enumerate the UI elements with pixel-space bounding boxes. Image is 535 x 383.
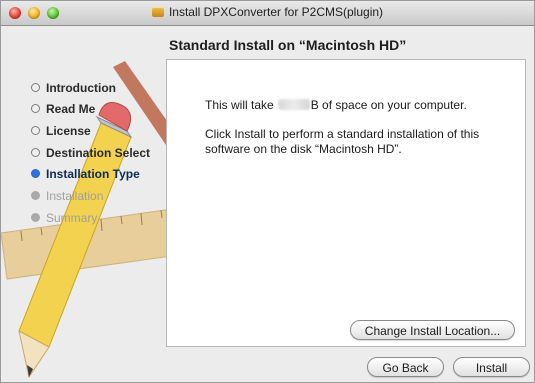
install-info-panel: This will take B of space on your compute… — [166, 59, 526, 347]
go-back-button[interactable]: Go Back — [367, 357, 444, 377]
step-bullet-icon — [31, 191, 40, 200]
step-label: Installation — [46, 189, 104, 203]
step-bullet-icon — [31, 126, 40, 135]
step-label: Installation Type — [46, 167, 140, 181]
step-summary: Summary — [31, 211, 97, 225]
step-installation: Installation — [31, 189, 103, 203]
step-label: Summary — [46, 211, 98, 225]
step-label: License — [46, 124, 91, 138]
title-bar[interactable]: Install DPXConverter for P2CMS(plugin) — [1, 1, 534, 26]
step-bullet-icon — [31, 83, 40, 92]
package-icon — [151, 7, 164, 17]
space-required-message: This will take B of space on your compute… — [205, 98, 467, 112]
step-label: Read Me — [46, 102, 96, 116]
step-label: Introduction — [46, 81, 116, 95]
step-installation-type: Installation Type — [31, 167, 140, 181]
redacted-size-value — [277, 99, 310, 110]
install-instruction-text: Click Install to perform a standard inst… — [205, 127, 480, 156]
step-bullet-icon — [31, 213, 40, 222]
installer-window: Install DPXConverter for P2CMS(plugin) S… — [0, 0, 535, 383]
step-read-me: Read Me — [31, 102, 95, 116]
change-install-location-button[interactable]: Change Install Location... — [350, 320, 515, 340]
space-prefix-text: This will take — [205, 98, 274, 112]
step-destination-select: Destination Select — [31, 146, 150, 160]
step-bullet-icon — [31, 104, 40, 113]
step-label: Destination Select — [46, 146, 151, 160]
install-button[interactable]: Install — [453, 357, 530, 377]
space-suffix-text: B of space on your computer. — [310, 98, 467, 112]
page-heading: Standard Install on “Macintosh HD” — [169, 37, 407, 53]
window-title: Install DPXConverter for P2CMS(plugin) — [1, 5, 534, 19]
window-title-text: Install DPXConverter for P2CMS(plugin) — [168, 5, 384, 19]
step-bullet-icon — [31, 148, 40, 157]
step-introduction: Introduction — [31, 81, 116, 95]
step-license: License — [31, 124, 91, 138]
step-bullet-icon — [31, 169, 40, 178]
